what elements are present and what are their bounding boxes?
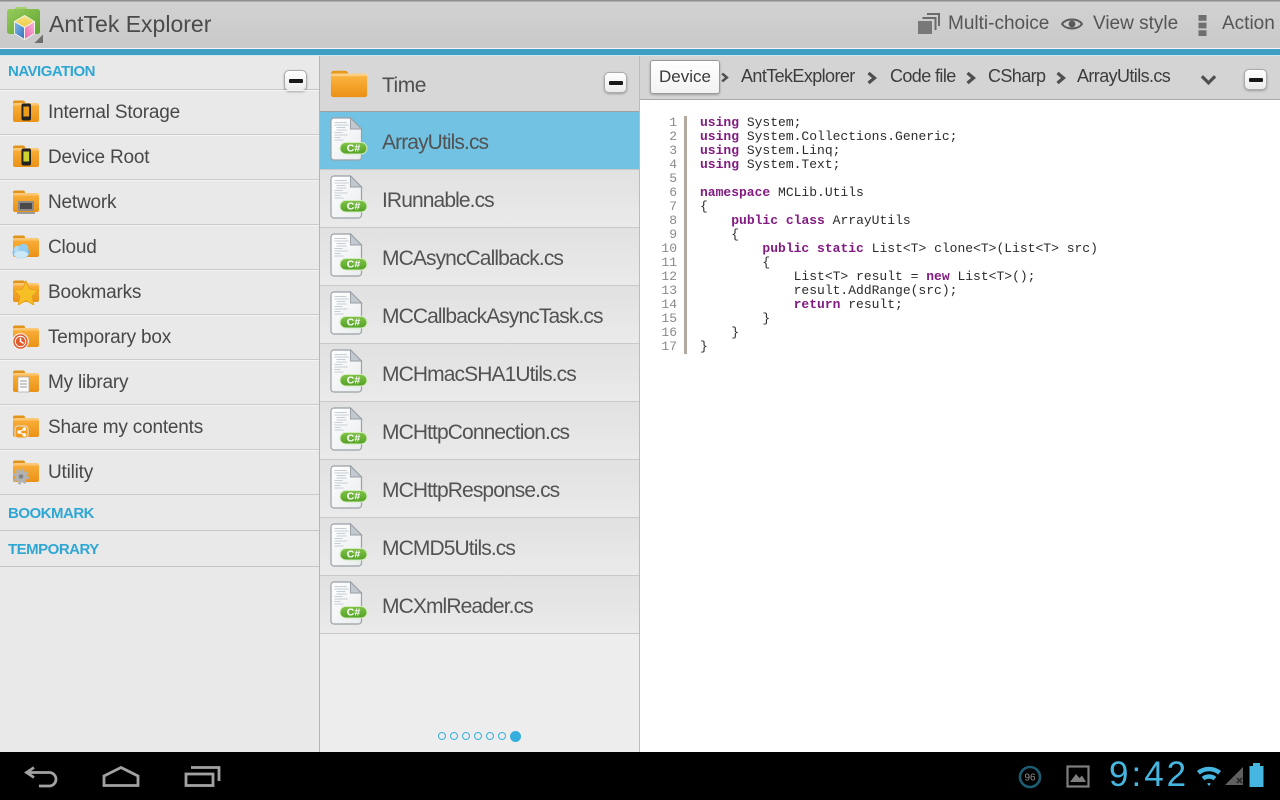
svg-text:96: 96 <box>1024 773 1036 784</box>
svg-text:C#: C# <box>347 143 361 155</box>
svg-text:C#: C# <box>347 491 361 503</box>
svg-text:C#: C# <box>347 375 361 387</box>
svg-text:C#: C# <box>347 433 361 445</box>
svg-text:C#: C# <box>347 549 361 561</box>
svg-text:C#: C# <box>347 607 361 619</box>
svg-text:C#: C# <box>347 259 361 271</box>
svg-text:C#: C# <box>347 317 361 329</box>
svg-text:C#: C# <box>347 201 361 213</box>
